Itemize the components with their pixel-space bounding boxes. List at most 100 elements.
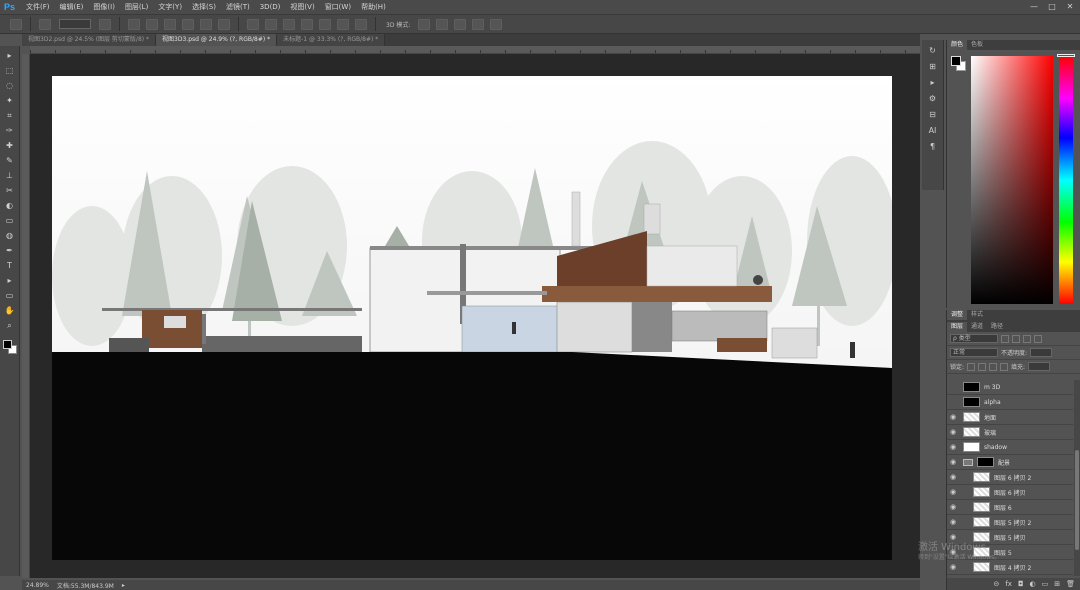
panel-color-swatches[interactable] xyxy=(951,56,967,72)
fill-input[interactable] xyxy=(1028,362,1051,371)
eye-icon[interactable]: ◉ xyxy=(947,518,959,526)
menu-file[interactable]: 文件(F) xyxy=(21,2,55,12)
distribute-right-icon[interactable] xyxy=(337,18,349,30)
adjustment-layer-icon[interactable]: ◐ xyxy=(1030,580,1036,588)
opacity-input[interactable] xyxy=(1030,348,1053,357)
lock-position-icon[interactable] xyxy=(989,362,998,371)
delete-layer-icon[interactable]: 🗑 xyxy=(1066,580,1075,588)
eye-icon[interactable]: ◉ xyxy=(947,563,959,571)
close-button[interactable]: ✕ xyxy=(1064,1,1076,12)
maximize-button[interactable]: □ xyxy=(1046,1,1058,12)
distribute-bottom-icon[interactable] xyxy=(283,18,295,30)
menu-window[interactable]: 窗口(W) xyxy=(320,2,356,12)
menu-edit[interactable]: 编辑(E) xyxy=(55,2,89,12)
filter-pixel-icon[interactable] xyxy=(1001,334,1009,343)
crop-tool-icon[interactable]: ⌗ xyxy=(3,110,16,122)
menu-help[interactable]: 帮助(H) xyxy=(356,2,391,12)
new-group-icon[interactable]: ▭ xyxy=(1042,580,1049,588)
layer-row[interactable]: ◉ 图层 6 拷贝 2 xyxy=(947,470,1073,485)
tab-layers[interactable]: 图层 xyxy=(947,322,968,332)
layer-row[interactable]: m 3D xyxy=(947,380,1073,395)
transform-controls-checkbox[interactable] xyxy=(99,18,111,30)
3d-slide-icon[interactable] xyxy=(472,18,485,30)
new-layer-icon[interactable]: ⊞ xyxy=(1054,580,1060,588)
healing-tool-icon[interactable]: ✚ xyxy=(3,140,16,152)
tab-channels[interactable]: 通道 xyxy=(967,322,987,332)
tab-adjustments[interactable]: 调整 xyxy=(947,310,968,320)
lasso-tool-icon[interactable]: ◌ xyxy=(3,80,16,92)
eye-icon[interactable]: ◉ xyxy=(947,473,959,481)
shape-tool-icon[interactable]: ▭ xyxy=(3,290,16,302)
lock-image-icon[interactable] xyxy=(978,362,987,371)
stamp-tool-icon[interactable]: ⊥ xyxy=(3,170,16,182)
zoom-tool-icon[interactable]: ⌕ xyxy=(3,320,16,332)
3d-pan-icon[interactable] xyxy=(454,18,467,30)
layer-row[interactable]: ◉ 图层 5 拷贝 2 xyxy=(947,515,1073,530)
panel-foreground-color[interactable] xyxy=(951,56,961,66)
3d-scale-icon[interactable] xyxy=(490,18,503,30)
document-canvas[interactable] xyxy=(52,76,892,560)
menu-view[interactable]: 视图(V) xyxy=(285,2,319,12)
add-mask-icon[interactable]: ◘ xyxy=(1018,580,1024,588)
filter-shape-icon[interactable] xyxy=(1034,334,1042,343)
menu-layer[interactable]: 图层(L) xyxy=(120,2,153,12)
layer-row[interactable]: ◉ 配景 xyxy=(947,455,1073,470)
menu-3d[interactable]: 3D(D) xyxy=(255,3,286,11)
menu-image[interactable]: 图像(I) xyxy=(88,2,120,12)
eye-icon[interactable]: ◉ xyxy=(947,503,959,511)
3d-roll-icon[interactable] xyxy=(436,18,449,30)
tab-swatches[interactable]: 色板 xyxy=(967,40,987,50)
move-tool-preset-icon[interactable] xyxy=(10,18,22,30)
character-panel-icon[interactable]: AI xyxy=(927,126,939,136)
folder-icon[interactable] xyxy=(963,458,973,466)
color-swatches[interactable] xyxy=(2,339,18,355)
layer-row[interactable]: ◉ 地面 xyxy=(947,410,1073,425)
distribute-top-icon[interactable] xyxy=(247,18,259,30)
brush-tool-icon[interactable]: ✎ xyxy=(3,155,16,167)
hand-tool-icon[interactable]: ✋ xyxy=(3,305,16,317)
lock-all-icon[interactable] xyxy=(1000,362,1009,371)
auto-select-checkbox[interactable] xyxy=(39,18,51,30)
hue-slider[interactable] xyxy=(1059,56,1073,304)
foreground-color[interactable] xyxy=(2,340,12,349)
tab-document-1[interactable]: 视图3D2.psd @ 24.5% (图层 剪切蒙版/8) * xyxy=(22,34,157,46)
menu-filter[interactable]: 滤镜(T) xyxy=(221,2,255,12)
dodge-tool-icon[interactable]: ▭ xyxy=(3,215,16,227)
eye-icon[interactable]: ◉ xyxy=(947,488,959,496)
menu-select[interactable]: 选择(S) xyxy=(187,2,221,12)
actions-icon[interactable]: ▸ xyxy=(927,78,939,88)
status-menu-arrow[interactable]: ▸ xyxy=(122,582,125,589)
properties-icon[interactable]: ⚙ xyxy=(927,94,939,104)
tab-color[interactable]: 颜色 xyxy=(947,40,968,50)
align-right-icon[interactable] xyxy=(218,18,230,30)
distribute-vcenter-icon[interactable] xyxy=(265,18,277,30)
auto-select-dropdown[interactable] xyxy=(59,19,91,29)
layer-style-icon[interactable]: fx xyxy=(1005,580,1012,588)
layer-row[interactable]: ◉ 玻璃 xyxy=(947,425,1073,440)
eye-icon[interactable]: ◉ xyxy=(947,458,959,466)
blend-mode-dropdown[interactable]: 正常 xyxy=(950,348,998,357)
swatches-icon[interactable]: ⊞ xyxy=(927,62,939,72)
distribute-left-icon[interactable] xyxy=(301,18,313,30)
layer-row[interactable]: ◉ shadow xyxy=(947,440,1073,455)
history-icon[interactable]: ↻ xyxy=(927,46,939,56)
paragraph-panel-icon[interactable]: ¶ xyxy=(927,142,939,152)
gradient-tool-icon[interactable]: ◐ xyxy=(3,200,16,212)
type-tool-icon[interactable]: T xyxy=(3,260,16,272)
zoom-level[interactable]: 24.89% xyxy=(26,582,49,589)
align-vcenter-icon[interactable] xyxy=(146,18,158,30)
tab-document-3[interactable]: 未标题-1 @ 33.3% (?, RGB/8#) * xyxy=(277,34,386,46)
pen-tool-icon[interactable]: ✒ xyxy=(3,245,16,257)
layer-row[interactable]: ◉ 图层 4 拷贝 2 xyxy=(947,560,1073,575)
tab-styles[interactable]: 样式 xyxy=(967,310,987,320)
color-picker-field[interactable] xyxy=(971,56,1053,304)
hue-slider-marker[interactable] xyxy=(1057,54,1075,57)
canvas-area[interactable] xyxy=(30,54,920,578)
filter-adjustment-icon[interactable] xyxy=(1012,334,1020,343)
3d-rotate-icon[interactable] xyxy=(418,18,431,30)
align-left-icon[interactable] xyxy=(182,18,194,30)
marquee-tool-icon[interactable]: ⬚ xyxy=(3,65,16,77)
lock-transparent-icon[interactable] xyxy=(967,362,976,371)
eyedropper-tool-icon[interactable]: ✑ xyxy=(3,125,16,137)
align-bottom-icon[interactable] xyxy=(164,18,176,30)
